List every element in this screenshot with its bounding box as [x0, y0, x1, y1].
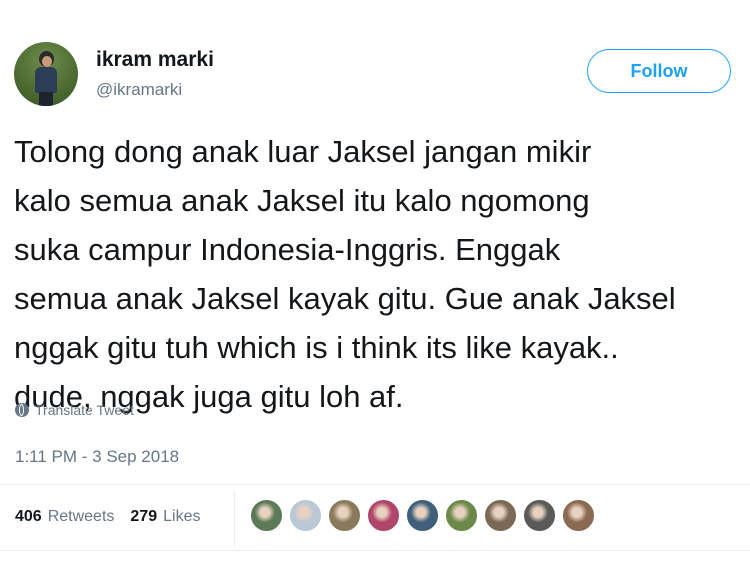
profile-avatar[interactable] [14, 42, 78, 106]
stats-divider [234, 490, 235, 546]
liker-avatar[interactable] [484, 499, 517, 532]
tweet-line: nggak gitu tuh which is i think its like… [14, 330, 619, 365]
tweet-line: kalo semua anak Jaksel itu kalo ngomong [14, 183, 590, 218]
avatar-torso [35, 67, 57, 93]
tweet-line: semua anak Jaksel kayak gitu. Gue anak J… [14, 281, 676, 316]
liker-avatar[interactable] [523, 499, 556, 532]
liker-avatar[interactable] [367, 499, 400, 532]
liker-avatar[interactable] [406, 499, 439, 532]
tweet-stats: 406 Retweets 279 Likes [15, 508, 210, 526]
translate-tweet-link[interactable]: Translate Tweet [15, 402, 134, 418]
stats-bottom-divider [0, 550, 750, 551]
tweet-line: suka campur Indonesia-Inggris. Enggak [14, 232, 561, 267]
likes-count[interactable]: 279 [130, 508, 157, 526]
globe-icon [15, 403, 29, 417]
liker-avatar[interactable] [445, 499, 478, 532]
retweets-count[interactable]: 406 [15, 508, 42, 526]
tweet-timestamp[interactable]: 1:11 PM - 3 Sep 2018 [15, 447, 179, 467]
liker-avatar[interactable] [562, 499, 595, 532]
liker-avatar[interactable] [289, 499, 322, 532]
tweet-line: Tolong dong anak luar Jaksel jangan miki… [14, 134, 592, 169]
tweet-text: Tolong dong anak luar Jaksel jangan miki… [14, 127, 750, 421]
avatar-face [42, 56, 52, 67]
retweets-label[interactable]: Retweets [48, 508, 115, 526]
display-name[interactable]: ikram marki [96, 48, 214, 72]
follow-button[interactable]: Follow [587, 49, 731, 93]
user-handle[interactable]: @ikramarki [96, 80, 182, 100]
avatar-legs [39, 92, 53, 106]
liker-avatars [250, 499, 601, 535]
liker-avatar[interactable] [250, 499, 283, 532]
stats-top-divider [0, 484, 750, 485]
translate-label: Translate Tweet [35, 402, 134, 418]
likes-label[interactable]: Likes [163, 508, 200, 526]
liker-avatar[interactable] [328, 499, 361, 532]
